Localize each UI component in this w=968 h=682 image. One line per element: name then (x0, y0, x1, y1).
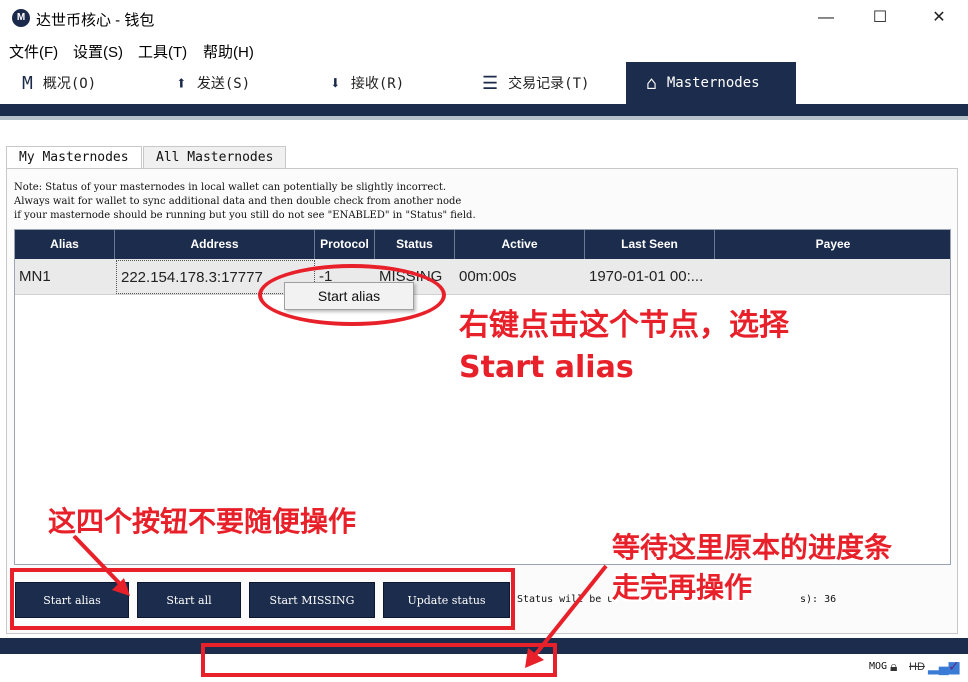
unit-selector[interactable]: MOG (869, 661, 887, 672)
tab-masternodes[interactable]: ⌂ Masternodes (626, 62, 796, 104)
cell-payee (715, 259, 951, 295)
annotation-four-buttons: 这四个按钮不要随便操作 (48, 505, 357, 538)
menu-file[interactable]: 文件(F) (9, 41, 58, 62)
tab-all-masternodes[interactable]: All Masternodes (143, 146, 287, 168)
tab-transactions-label: 交易记录(T) (508, 76, 590, 92)
status-note: Note: Status of your masternodes in loca… (14, 181, 476, 223)
table-row[interactable]: MN1 222.154.178.3:17777 -1 MISSING 00m:0… (15, 259, 950, 295)
table-header: Alias Address Protocol Status Active Las… (15, 230, 950, 259)
auto-update-status-text: Status will be u (517, 594, 614, 605)
lock-icon: 🔒︎ (890, 658, 898, 674)
tab-overview[interactable]: M 概况(O) (22, 62, 96, 104)
hd-disabled-icon: HD (909, 661, 925, 673)
overview-icon: M (22, 72, 33, 94)
tab-send-label: 发送(S) (196, 76, 251, 92)
masternodes-house-icon: ⌂ (646, 72, 657, 94)
tab-receive[interactable]: ⬇ 接收(R) (330, 62, 404, 104)
tab-transactions[interactable]: ☰ 交易记录(T) (482, 62, 589, 104)
cell-last-seen: 1970-01-01 00:... (589, 268, 704, 285)
window-title: 达世币核心 - 钱包 (36, 12, 155, 29)
annotation-right-click: 右键点击这个节点，选择 Start alias (459, 308, 789, 385)
title-bar: M 达世币核心 - 钱包 — ☐ ✕ (0, 0, 968, 36)
note-line-1: Note: Status of your masternodes in loca… (14, 182, 447, 193)
col-alias[interactable]: Alias (15, 230, 115, 259)
close-button[interactable]: ✕ (910, 0, 968, 36)
menu-help[interactable]: 帮助(H) (203, 41, 254, 62)
transactions-list-icon: ☰ (482, 72, 499, 94)
cell-alias: MN1 (19, 268, 51, 285)
annotation-rect-progress (201, 643, 557, 677)
menu-settings[interactable]: 设置(S) (73, 41, 123, 62)
menu-tools[interactable]: 工具(T) (138, 41, 187, 62)
tab-receive-label: 接收(R) (350, 76, 405, 92)
send-arrow-up-icon: ⬆ (176, 72, 187, 94)
dash-logo-icon: M (12, 9, 30, 27)
minimize-button[interactable]: — (797, 0, 855, 36)
col-address[interactable]: Address (115, 230, 315, 259)
synced-check-icon: ✓ (948, 658, 960, 674)
col-last-seen[interactable]: Last Seen (585, 230, 715, 259)
maximize-button[interactable]: ☐ (851, 0, 909, 36)
col-payee[interactable]: Payee (715, 230, 951, 259)
col-status[interactable]: Status (375, 230, 455, 259)
tab-my-masternodes[interactable]: My Masternodes (6, 146, 142, 169)
annotation-wait-progress: 等待这里原本的进度条 走完再操作 (612, 531, 893, 604)
annotation-rect-buttons (10, 568, 515, 630)
tab-overview-label: 概况(O) (42, 76, 97, 92)
cell-active: 00m:00s (459, 268, 517, 285)
note-line-2: Always wait for wallet to sync additiona… (14, 196, 462, 207)
annotation-ellipse-context-menu (258, 264, 446, 326)
col-protocol[interactable]: Protocol (315, 230, 375, 259)
note-line-3: if your masternode should be running but… (14, 210, 476, 221)
main-toolbar: M 概况(O) ⬆ 发送(S) ⬇ 接收(R) ☰ 交易记录(T) ⌂ Mast… (0, 62, 968, 104)
col-active[interactable]: Active (455, 230, 585, 259)
tab-masternodes-label: Masternodes (666, 75, 760, 91)
menu-bar: 文件(F) 设置(S) 工具(T) 帮助(H) (0, 38, 968, 62)
receive-arrow-down-icon: ⬇ (330, 72, 341, 94)
tab-send[interactable]: ⬆ 发送(S) (176, 62, 250, 104)
